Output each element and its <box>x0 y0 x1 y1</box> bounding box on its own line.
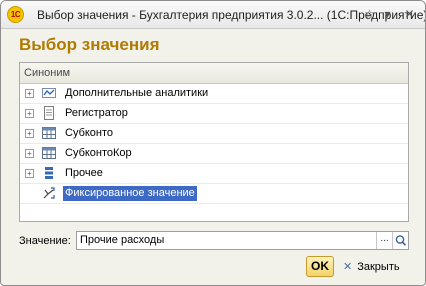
list-item[interactable]: + СубконтоКор <box>20 144 408 164</box>
expand-icon[interactable]: + <box>25 129 34 138</box>
table-icon <box>42 127 56 139</box>
list-item-label: Фиксированное значение <box>63 186 197 201</box>
list-item-label: Регистратор <box>65 107 128 119</box>
fixed-value-icon <box>43 187 55 199</box>
value-input[interactable]: Прочие расходы ... <box>76 231 409 250</box>
close-icon: ✕ <box>343 261 353 273</box>
document-icon <box>44 106 54 120</box>
value-text: Прочие расходы <box>80 234 165 246</box>
expand-icon[interactable]: + <box>25 149 34 158</box>
list-item[interactable]: + Субконто <box>20 124 408 144</box>
list-item[interactable]: + Прочее <box>20 164 408 184</box>
expand-icon[interactable]: + <box>25 169 34 178</box>
list-item-label: Субконто <box>65 127 114 139</box>
search-icon[interactable] <box>392 232 408 249</box>
close-window-icon[interactable]: ✕ <box>401 6 418 23</box>
close-button[interactable]: ✕ Закрыть <box>343 260 400 273</box>
select-button[interactable]: ... <box>376 232 392 249</box>
star-icon[interactable]: ☆ <box>361 6 378 23</box>
list-item-label: Дополнительные аналитики <box>65 87 209 99</box>
list-item-label: Прочее <box>65 167 103 179</box>
list-item-label: СубконтоКор <box>65 147 132 159</box>
close-button-label: Закрыть <box>357 261 400 273</box>
menu-icon[interactable]: ▾ <box>379 6 396 23</box>
form-title: Выбор значения <box>19 35 160 54</box>
stack-icon <box>45 167 53 179</box>
title-bar: 1C Выбор значения - Бухгалтерия предприя… <box>1 1 425 29</box>
options-list[interactable]: Синоним + Дополнительные аналитики + Рег… <box>19 62 409 222</box>
expand-icon[interactable]: + <box>25 109 34 118</box>
list-item-selected[interactable]: Фиксированное значение <box>20 184 408 204</box>
list-item[interactable]: + Дополнительные аналитики <box>20 84 408 104</box>
table-icon <box>42 147 56 159</box>
list-item[interactable]: + Регистратор <box>20 104 408 124</box>
chart-line-icon <box>42 88 56 98</box>
dialog-window: 1C Выбор значения - Бухгалтерия предприя… <box>0 0 426 286</box>
ok-button[interactable]: OK <box>306 256 334 277</box>
value-label: Значение: <box>19 235 71 247</box>
expand-icon[interactable]: + <box>25 89 34 98</box>
list-header-synonym[interactable]: Синоним <box>20 63 408 84</box>
app-logo-icon[interactable]: 1C <box>7 6 24 23</box>
